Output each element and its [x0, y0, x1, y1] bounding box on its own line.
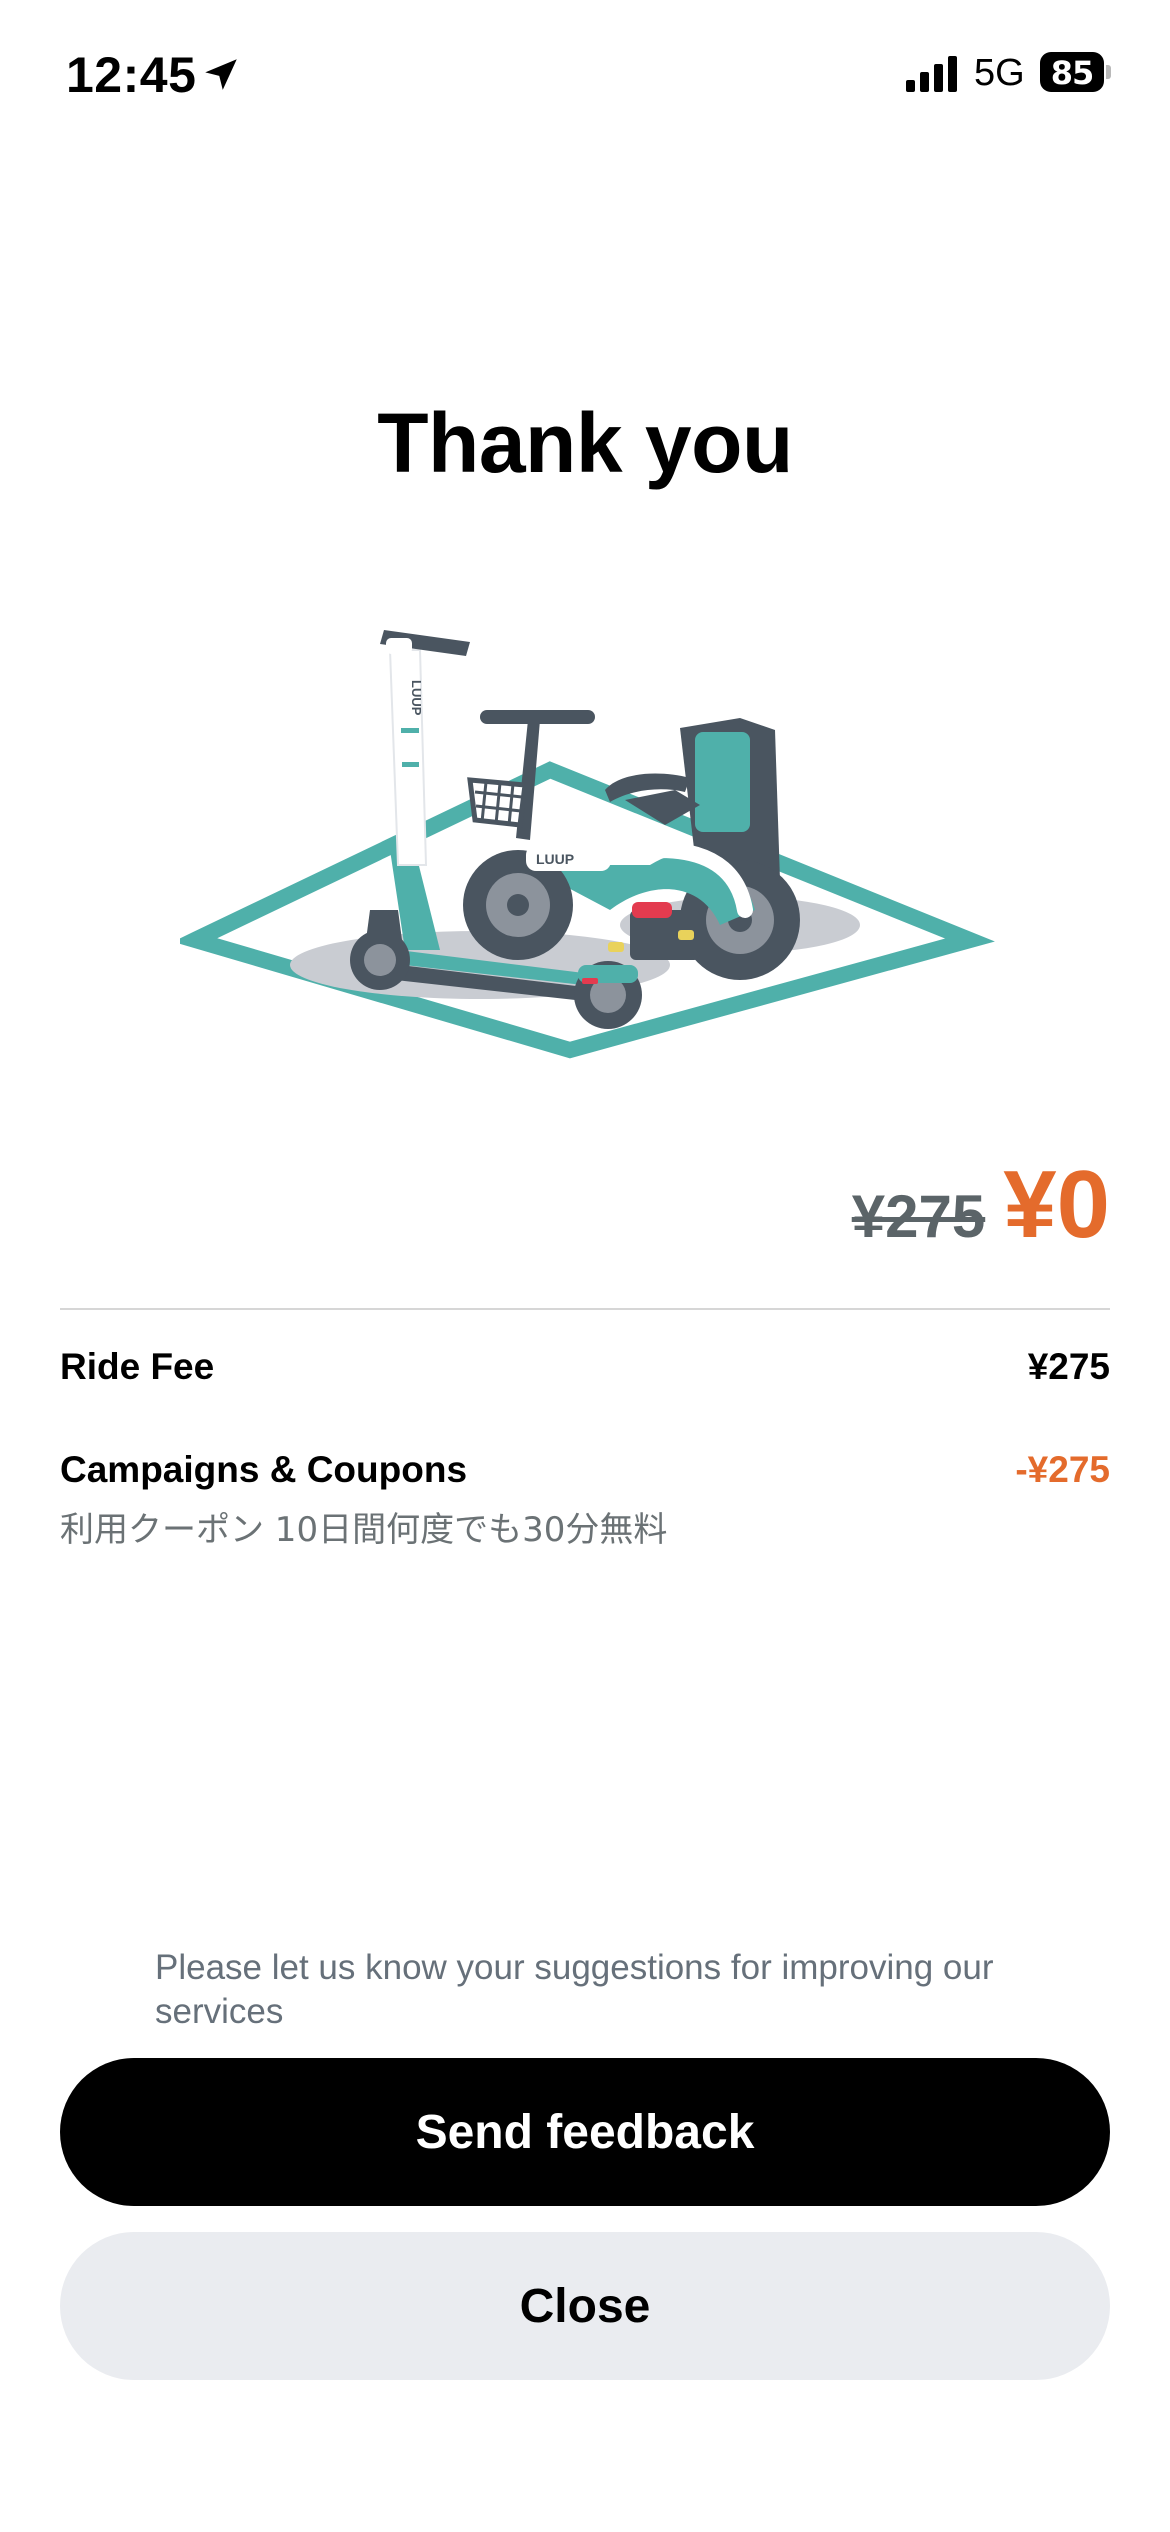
- status-bar: 12:45 5G 85: [0, 0, 1170, 150]
- coupons-value: -¥275: [1015, 1449, 1110, 1490]
- coupons-label: Campaigns & Coupons: [60, 1449, 468, 1490]
- coupon-description: 利用クーポン 10日間何度でも30分無料: [60, 1510, 668, 1550]
- cellular-signal-icon: [906, 56, 957, 92]
- battery-cap: [1106, 65, 1111, 79]
- location-arrow-icon: [205, 59, 237, 90]
- ride-fee-label: Ride Fee: [60, 1346, 215, 1387]
- scooter-brand-label: LUUP: [409, 680, 424, 716]
- close-button[interactable]: Close: [60, 2232, 1110, 2380]
- page-title: Thank you: [377, 396, 793, 490]
- send-feedback-button[interactable]: Send feedback: [60, 2058, 1110, 2206]
- ride-fee-value: ¥275: [1027, 1346, 1110, 1387]
- original-price: ¥275: [851, 1183, 986, 1250]
- final-price: ¥0: [1003, 1151, 1110, 1258]
- network-type: 5G: [974, 52, 1025, 94]
- battery-icon: 85: [1040, 52, 1111, 92]
- price-summary: ¥275 ¥0: [852, 1150, 1110, 1270]
- status-time: 12:45: [66, 47, 197, 103]
- feedback-hint: Please let us know your suggestions for …: [155, 1948, 994, 2031]
- divider: [60, 1308, 1110, 1310]
- battery-level: 85: [1050, 54, 1095, 92]
- scooter-and-bike-parking-illustration: LUUP LUUP: [180, 630, 995, 1059]
- bike-brand-label: LUUP: [536, 851, 574, 867]
